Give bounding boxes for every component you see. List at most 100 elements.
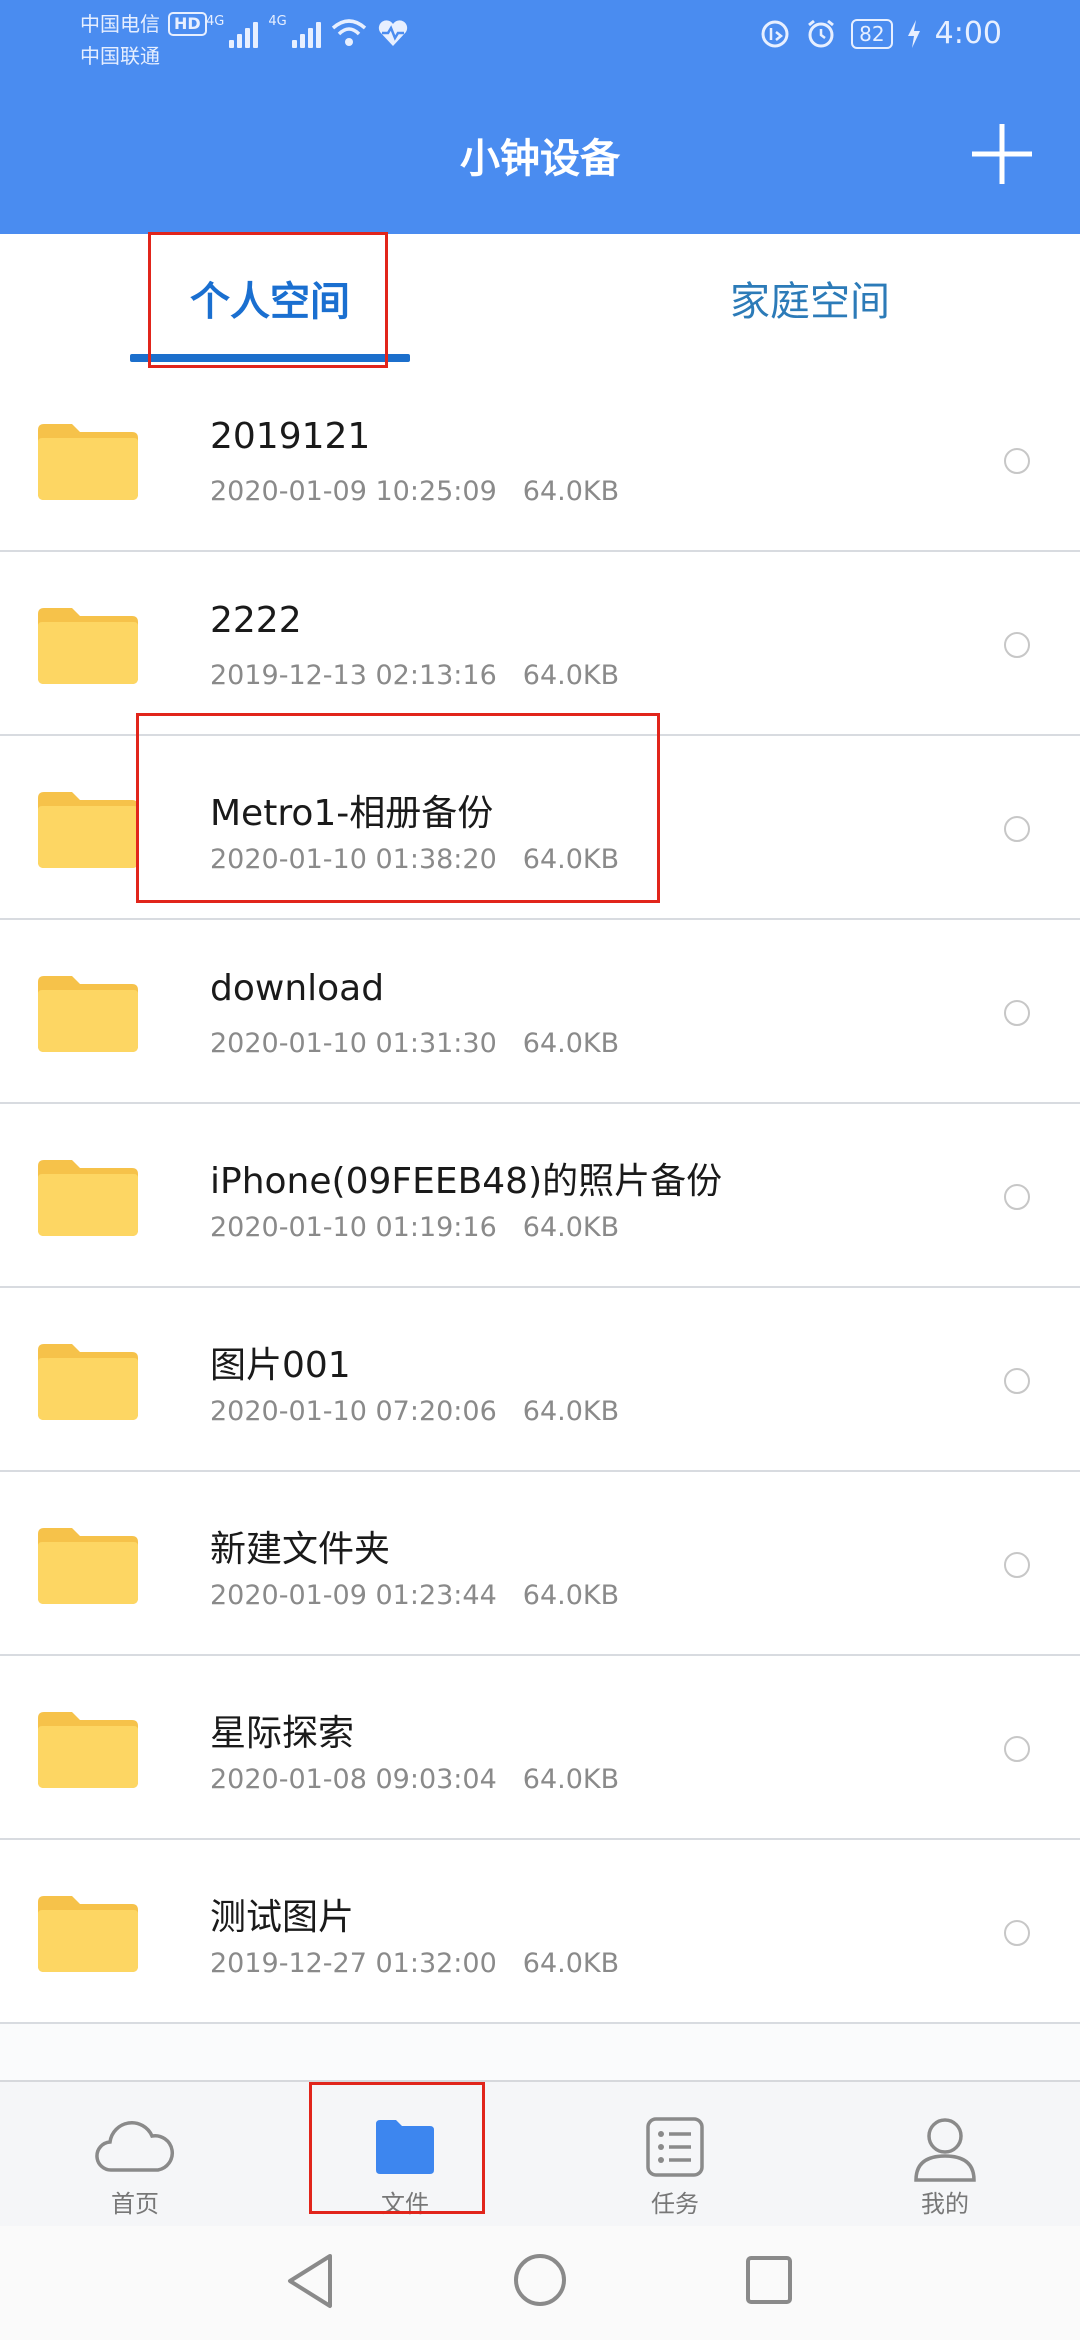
file-size: 64.0KB bbox=[522, 1212, 620, 1243]
status-right: 82 4:00 bbox=[759, 16, 1002, 51]
file-meta: 2020-01-10 01:38:20 64.0KB bbox=[210, 844, 619, 875]
file-row[interactable]: download 2020-01-10 01:31:30 64.0KB bbox=[0, 920, 1080, 1104]
status-carriers: 中国电信 HD 中国联通 bbox=[80, 8, 207, 72]
select-radio[interactable] bbox=[1004, 1000, 1030, 1026]
file-date: 2020-01-09 10:25:09 bbox=[210, 476, 497, 507]
space-tabs: 个人空间 家庭空间 bbox=[0, 234, 1080, 362]
file-name: 测试图片 bbox=[210, 1897, 355, 1938]
bottom-nav: 首页 文件 任务 我的 bbox=[0, 2080, 1080, 2226]
nav-home[interactable]: 首页 bbox=[45, 2082, 225, 2228]
file-date: 2020-01-10 01:38:20 bbox=[210, 844, 497, 875]
file-meta: 2020-01-08 09:03:04 64.0KB bbox=[210, 1764, 619, 1795]
cloud-icon bbox=[95, 2121, 175, 2172]
file-name: iPhone(09FEEB48)的照片备份 bbox=[210, 1161, 723, 1202]
nav-files[interactable]: 文件 bbox=[315, 2082, 495, 2228]
select-radio[interactable] bbox=[1004, 1368, 1030, 1394]
folder-icon bbox=[376, 2120, 434, 2174]
clock: 4:00 bbox=[934, 16, 1002, 51]
file-date: 2020-01-08 09:03:04 bbox=[210, 1764, 497, 1795]
file-list: 2019121 2020-01-09 10:25:09 64.0KB 2222 2019… bbox=[0, 368, 1080, 2080]
file-date: 2020-01-10 01:19:16 bbox=[210, 1212, 497, 1243]
file-meta: 2020-01-10 07:20:06 64.0KB bbox=[210, 1396, 619, 1427]
folder-icon bbox=[38, 1712, 138, 1788]
active-tab-indicator bbox=[130, 354, 410, 362]
heart-rate-icon bbox=[378, 20, 407, 46]
folder-icon bbox=[38, 792, 138, 868]
nav-label-files: 文件 bbox=[381, 2190, 429, 2218]
signal-indicators: 4G 4G bbox=[206, 14, 409, 48]
user-icon bbox=[914, 2118, 976, 2182]
select-radio[interactable] bbox=[1004, 1552, 1030, 1578]
nav-tasks[interactable]: 任务 bbox=[585, 2082, 765, 2228]
system-nav-bar bbox=[0, 2226, 1080, 2340]
file-meta: 2020-01-09 10:25:09 64.0KB bbox=[210, 476, 619, 507]
folder-icon bbox=[38, 1344, 138, 1420]
file-date: 2020-01-10 07:20:06 bbox=[210, 1396, 497, 1427]
tab-family-space[interactable]: 家庭空间 bbox=[670, 234, 950, 362]
carrier-2: 中国联通 bbox=[80, 44, 160, 68]
select-radio[interactable] bbox=[1004, 448, 1030, 474]
signal-icon: 4G bbox=[268, 14, 321, 48]
charging-icon bbox=[907, 19, 920, 48]
file-name: download bbox=[210, 968, 385, 1009]
folder-icon bbox=[38, 1160, 138, 1236]
folder-icon bbox=[38, 1528, 138, 1604]
file-meta: 2019-12-27 01:32:00 64.0KB bbox=[210, 1948, 619, 1979]
file-name: 新建文件夹 bbox=[210, 1529, 391, 1570]
carrier-1: 中国电信 bbox=[80, 12, 160, 36]
file-size: 64.0KB bbox=[522, 844, 620, 875]
file-size: 64.0KB bbox=[522, 1028, 620, 1059]
file-row[interactable]: iPhone(09FEEB48)的照片备份 2020-01-10 01:19:16… bbox=[0, 1104, 1080, 1288]
file-name: 星际探索 bbox=[210, 1713, 355, 1754]
file-date: 2020-01-09 01:23:44 bbox=[210, 1580, 497, 1611]
file-row[interactable]: 新建文件夹 2020-01-09 01:23:44 64.0KB bbox=[0, 1472, 1080, 1656]
file-size: 64.0KB bbox=[522, 1764, 620, 1795]
file-meta: 2020-01-10 01:19:16 64.0KB bbox=[210, 1212, 619, 1243]
file-row[interactable]: 2222 2019-12-13 02:13:16 64.0KB bbox=[0, 552, 1080, 736]
plus-icon[interactable] bbox=[970, 122, 1034, 186]
hd-badge: HD bbox=[168, 12, 207, 36]
task-list-icon bbox=[646, 2117, 704, 2177]
file-row[interactable]: Metro1-相册备份 2020-01-10 01:38:20 64.0KB bbox=[0, 736, 1080, 920]
page-title: 小钟设备 bbox=[460, 136, 620, 182]
nav-label-tasks: 任务 bbox=[651, 2190, 699, 2218]
file-date: 2019-12-27 01:32:00 bbox=[210, 1948, 497, 1979]
data-saver-icon bbox=[761, 20, 789, 47]
file-row[interactable]: 星际探索 2020-01-08 09:03:04 64.0KB bbox=[0, 1656, 1080, 1840]
file-row[interactable]: 测试图片 2019-12-27 01:32:00 64.0KB bbox=[0, 1840, 1080, 2024]
file-name: Metro1-相册备份 bbox=[210, 793, 494, 834]
folder-icon bbox=[38, 608, 138, 684]
file-date: 2019-12-13 02:13:16 bbox=[210, 660, 497, 691]
file-size: 64.0KB bbox=[522, 660, 620, 691]
nav-label-home: 首页 bbox=[111, 2190, 159, 2218]
file-size: 64.0KB bbox=[522, 1580, 620, 1611]
select-radio[interactable] bbox=[1004, 1736, 1030, 1762]
select-radio[interactable] bbox=[1004, 1920, 1030, 1946]
alarm-icon bbox=[808, 19, 835, 47]
signal-icon: 4G bbox=[206, 14, 259, 48]
folder-icon bbox=[38, 424, 138, 500]
recents-square-icon[interactable] bbox=[744, 2252, 794, 2308]
file-size: 64.0KB bbox=[522, 476, 620, 507]
file-name: 2019121 bbox=[210, 416, 371, 457]
file-row[interactable]: 2019121 2020-01-09 10:25:09 64.0KB bbox=[0, 368, 1080, 552]
select-radio[interactable] bbox=[1004, 632, 1030, 658]
app-header: 中国电信 HD 中国联通 4G 4G 82 4:00 小钟设备 bbox=[0, 0, 1080, 234]
battery-indicator: 82 bbox=[851, 18, 893, 49]
file-meta: 2019-12-13 02:13:16 64.0KB bbox=[210, 660, 619, 691]
select-radio[interactable] bbox=[1004, 1184, 1030, 1210]
nav-profile[interactable]: 我的 bbox=[855, 2082, 1035, 2228]
folder-icon bbox=[38, 976, 138, 1052]
back-icon[interactable] bbox=[284, 2252, 336, 2310]
file-meta: 2020-01-09 01:23:44 64.0KB bbox=[210, 1580, 619, 1611]
file-date: 2020-01-10 01:31:30 bbox=[210, 1028, 497, 1059]
file-row[interactable]: 图片001 2020-01-10 07:20:06 64.0KB bbox=[0, 1288, 1080, 1472]
file-name: 2222 bbox=[210, 600, 302, 641]
file-meta: 2020-01-10 01:31:30 64.0KB bbox=[210, 1028, 619, 1059]
wifi-icon bbox=[331, 19, 366, 46]
file-size: 64.0KB bbox=[522, 1396, 620, 1427]
file-name: 图片001 bbox=[210, 1345, 351, 1386]
tab-personal-space[interactable]: 个人空间 bbox=[130, 234, 410, 362]
select-radio[interactable] bbox=[1004, 816, 1030, 842]
home-circle-icon[interactable] bbox=[512, 2252, 568, 2308]
